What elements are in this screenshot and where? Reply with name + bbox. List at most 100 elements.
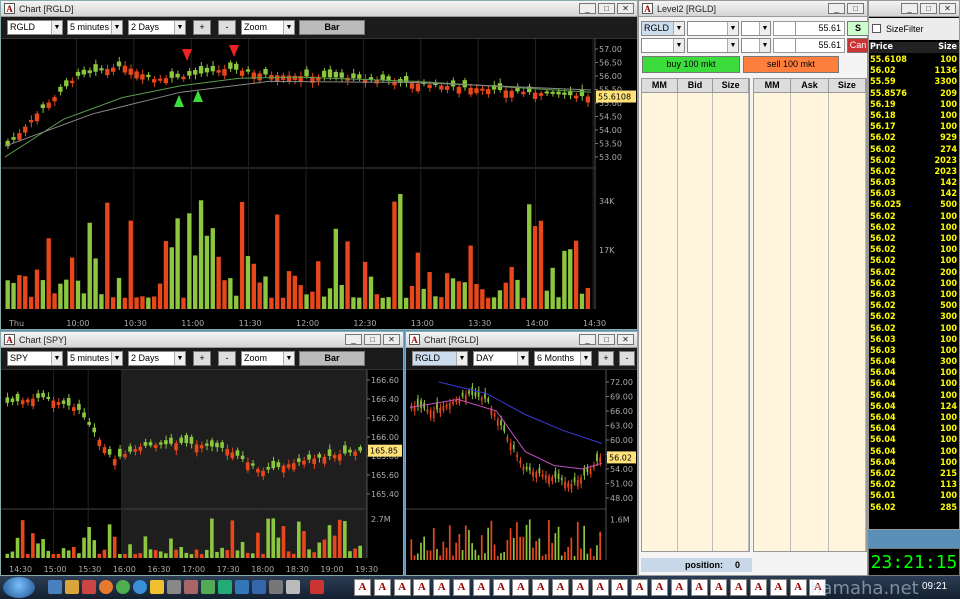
minimize-button[interactable]: _ — [579, 3, 596, 14]
price-candle — [445, 86, 450, 90]
maximize-button[interactable]: □ — [364, 334, 381, 345]
level2-tif-select[interactable]: ▼ — [741, 38, 771, 53]
close-button[interactable]: ✕ — [939, 3, 956, 14]
daily-price-chart[interactable]: 72.0069.0066.0063.0060.0057.0054.0051.00… — [406, 370, 637, 575]
zoom-select[interactable]: Zoom ▼ — [241, 351, 295, 366]
spy-price-chart[interactable]: 166.60166.40166.20166.00165.80165.60165.… — [1, 370, 403, 575]
taskbar-app-button[interactable]: A — [769, 579, 787, 596]
taskbar-app-button[interactable]: A — [591, 579, 609, 596]
bid-grid[interactable]: MM Bid Size — [641, 78, 750, 552]
chrome-icon[interactable] — [116, 580, 130, 594]
interval-select[interactable]: 5 minutes ▼ — [67, 20, 123, 35]
symbol-select[interactable]: RGLD ▼ — [412, 351, 468, 366]
close-button[interactable]: ✕ — [617, 334, 634, 345]
taskbar-app-button[interactable]: A — [631, 579, 649, 596]
taskbar-app-button[interactable]: A — [571, 579, 589, 596]
app-icon-1[interactable] — [167, 580, 181, 594]
symbol-select[interactable]: RGLD ▼ — [7, 20, 63, 35]
taskbar-app-button[interactable]: A — [413, 579, 431, 596]
desktop-icon[interactable] — [48, 580, 62, 594]
trade-size: 100 — [940, 368, 957, 379]
app-icon-3[interactable] — [201, 580, 215, 594]
level2-type-select-2[interactable]: ▼ — [687, 38, 739, 53]
price-candle — [554, 471, 557, 479]
sell-market-button[interactable]: sell 100 mkt — [743, 56, 839, 73]
taskbar-app-button[interactable]: A — [472, 579, 490, 596]
price-input-2[interactable]: 55.61 — [795, 38, 845, 53]
taskbar-app-button[interactable]: A — [453, 579, 470, 596]
taskbar-app-button[interactable]: A — [651, 579, 668, 596]
media-icon[interactable] — [82, 580, 96, 594]
level2-route-select[interactable]: ▼ — [687, 21, 739, 36]
taskbar-app-button[interactable]: A — [552, 579, 569, 596]
range-select[interactable]: 2 Days ▼ — [128, 20, 186, 35]
volume-bar — [41, 539, 45, 558]
close-button[interactable]: ✕ — [617, 3, 634, 14]
explorer-icon[interactable] — [65, 580, 79, 594]
main-price-chart[interactable]: 57.0056.5056.0055.5055.0054.5054.0053.50… — [1, 39, 637, 329]
taskbar-app-button[interactable]: A — [354, 579, 371, 596]
chart-type-button[interactable]: Bar — [299, 20, 365, 35]
zoom-out-button[interactable]: - — [218, 351, 236, 366]
app-icon-7[interactable] — [269, 580, 283, 594]
taskbar-app-button[interactable]: A — [373, 579, 391, 596]
maximize-button[interactable]: □ — [920, 3, 937, 14]
start-button[interactable] — [3, 577, 35, 598]
maximize-button[interactable]: □ — [598, 334, 615, 345]
taskbar-app-button[interactable]: A — [710, 579, 728, 596]
minimize-button[interactable]: _ — [579, 334, 596, 345]
taskbar-app-button[interactable]: A — [532, 579, 550, 596]
taskbar-app-button[interactable]: A — [670, 579, 688, 596]
ie-icon[interactable] — [133, 580, 147, 594]
ask-grid[interactable]: MM Ask Size — [753, 78, 867, 552]
firefox-icon[interactable] — [99, 580, 113, 594]
app-icon-9[interactable] — [310, 580, 324, 594]
taskbar-app-button[interactable]: A — [730, 579, 748, 596]
size-filter-checkbox[interactable] — [872, 24, 881, 33]
app-icon-2[interactable] — [184, 580, 198, 594]
trade-price: 56.02 — [870, 155, 896, 166]
interval-select[interactable]: 5 minutes ▼ — [67, 351, 123, 366]
taskbar-app-button[interactable]: A — [393, 579, 411, 596]
trade-size: 142 — [940, 189, 957, 200]
zoom-in-button[interactable]: + — [193, 20, 211, 35]
app-icon-4[interactable] — [218, 580, 232, 594]
zoom-out-button[interactable]: - — [619, 351, 635, 366]
zoom-out-button[interactable]: - — [218, 20, 236, 35]
taskbar-app-button[interactable]: A — [789, 579, 807, 596]
symbol-select[interactable]: SPY ▼ — [7, 351, 63, 366]
level2-type-select[interactable]: ▼ — [741, 21, 771, 36]
taskbar-app-button[interactable]: A — [690, 579, 708, 596]
minimize-button[interactable]: _ — [828, 3, 845, 14]
maximize-button[interactable]: □ — [598, 3, 615, 14]
taskbar-app-button[interactable]: A — [433, 579, 451, 596]
taskbar-app-button[interactable]: A — [512, 579, 530, 596]
range-select[interactable]: 2 Days ▼ — [128, 351, 186, 366]
zoom-in-button[interactable]: + — [598, 351, 614, 366]
window-title-text: Chart [RGLD] — [19, 4, 74, 14]
app-icon-5[interactable] — [235, 580, 249, 594]
maximize-button[interactable]: □ — [847, 3, 864, 14]
range-select[interactable]: 6 Months ▼ — [534, 351, 592, 366]
cancel-button[interactable]: Can — [847, 38, 869, 53]
close-button[interactable]: ✕ — [383, 334, 400, 345]
interval-select[interactable]: DAY ▼ — [473, 351, 529, 366]
size-filter[interactable]: SizeFilter — [869, 18, 959, 40]
zoom-in-button[interactable]: + — [193, 351, 211, 366]
minimize-button[interactable]: _ — [345, 334, 362, 345]
taskbar-app-button[interactable]: A — [492, 579, 510, 596]
chat-icon[interactable] — [150, 580, 164, 594]
time-sales-list[interactable]: 55.6108 100 56.02 1136 55.59 3300 55.8576 209 56… — [869, 55, 959, 529]
send-button[interactable]: S — [847, 21, 869, 36]
chart-type-button[interactable]: Bar — [299, 351, 365, 366]
app-icon-8[interactable] — [286, 580, 300, 594]
app-icon-6[interactable] — [252, 580, 266, 594]
minimize-button[interactable]: _ — [901, 3, 918, 14]
level2-route-select-2[interactable]: ▼ — [641, 38, 685, 53]
taskbar-app-button[interactable]: A — [611, 579, 629, 596]
level2-symbol-select[interactable]: RGLD ▼ — [641, 21, 685, 36]
price-input-1[interactable]: 55.61 — [795, 21, 845, 36]
buy-market-button[interactable]: buy 100 mkt — [642, 56, 740, 73]
zoom-select[interactable]: Zoom ▼ — [241, 20, 295, 35]
taskbar-app-button[interactable]: A — [750, 579, 767, 596]
